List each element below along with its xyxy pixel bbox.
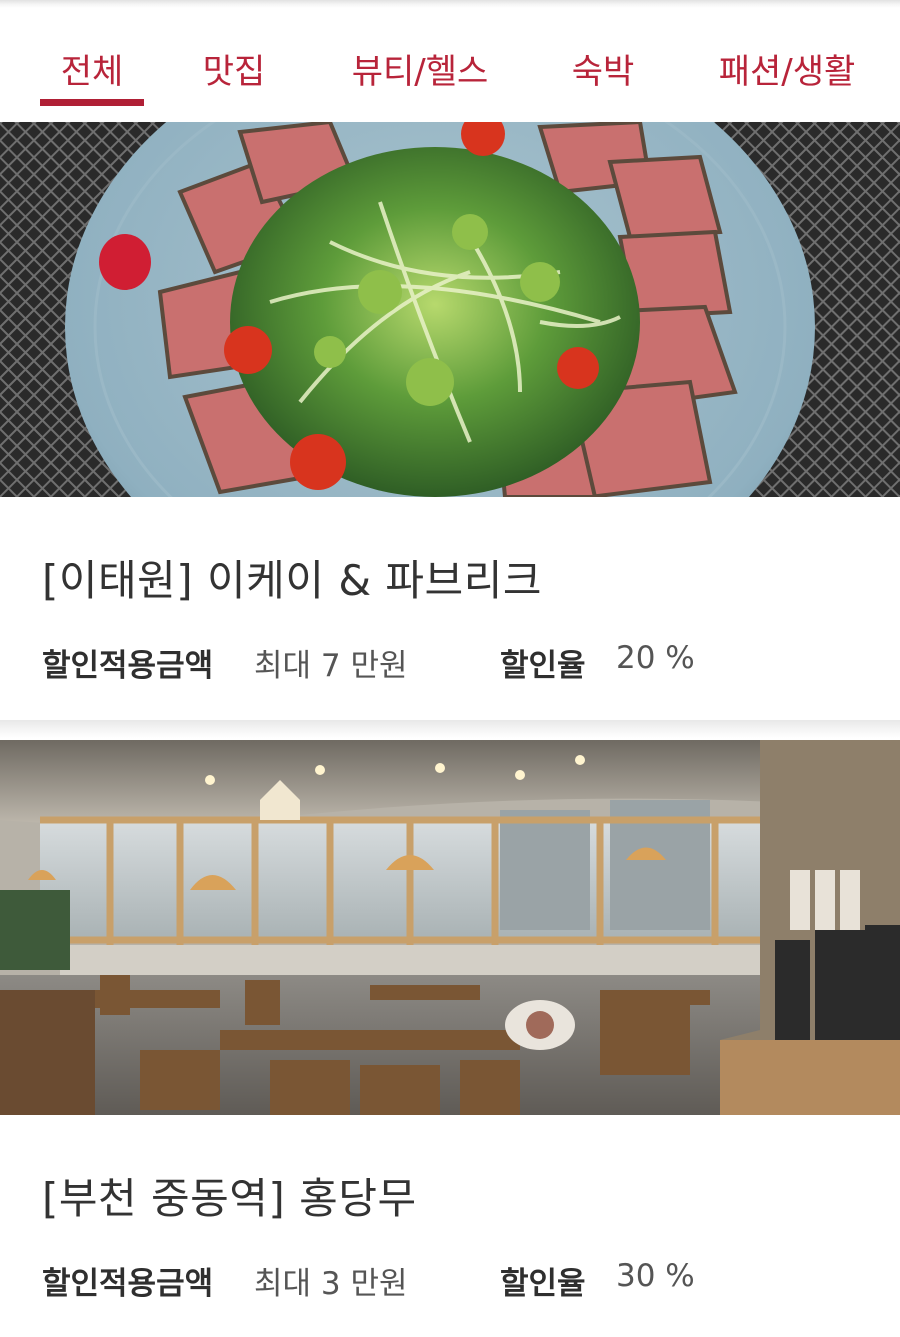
active-tab-indicator [40, 99, 144, 106]
tab-lodging[interactable]: 숙박 [560, 10, 646, 118]
discount-rate-label: 할인율 [500, 648, 586, 684]
tab-restaurants[interactable]: 맛집 [193, 10, 275, 118]
deal-info-row: 할인적용금액 최대 3 만원 할인율 30 % [42, 1258, 862, 1302]
tab-lodging-label: 숙박 [571, 52, 635, 92]
deal-title[interactable]: [이태원] 이케이 & 파브리크 [42, 547, 542, 608]
discount-rate-value: 30 % [616, 1258, 695, 1294]
deal-card[interactable]: [부천 중동역] 홍당무 할인적용금액 최대 3 만원 할인율 30 % [0, 738, 900, 1337]
salad-plate-photo[interactable] [0, 122, 900, 497]
deal-info-row: 할인적용금액 최대 7 만원 할인율 20 % [42, 640, 862, 684]
salad-plate-illustration [0, 122, 900, 497]
discount-amount-label: 할인적용금액 [42, 648, 214, 684]
category-tab-bar: 전체 맛집 뷰티/헬스 숙박 패션/생활 [0, 10, 900, 118]
tab-all-label: 전체 [60, 52, 124, 92]
tab-all[interactable]: 전체 [40, 10, 144, 118]
restaurant-interior-photo[interactable] [0, 740, 900, 1115]
status-divider [0, 0, 900, 8]
card-divider [0, 720, 900, 738]
deal-list-page: 전체 맛집 뷰티/헬스 숙박 패션/생활 [이태원] 이케이 & 파브리크 할인… [0, 0, 900, 1337]
discount-amount-label: 할인적용금액 [42, 1266, 214, 1302]
tab-beauty-health-label: 뷰티/헬스 [351, 52, 489, 92]
discount-rate-value: 20 % [616, 640, 695, 676]
discount-amount-value: 최대 7 만원 [254, 648, 408, 684]
restaurant-interior-illustration [0, 740, 900, 1115]
discount-rate-label: 할인율 [500, 1266, 586, 1302]
deal-card[interactable]: [이태원] 이케이 & 파브리크 할인적용금액 최대 7 만원 할인율 20 % [0, 120, 900, 720]
tab-beauty-health[interactable]: 뷰티/헬스 [335, 10, 505, 118]
deal-title[interactable]: [부천 중동역] 홍당무 [42, 1165, 417, 1226]
discount-amount-value: 최대 3 만원 [254, 1266, 408, 1302]
tab-fashion-living-label: 패션/생활 [718, 52, 856, 92]
tab-restaurants-label: 맛집 [202, 52, 266, 92]
tab-fashion-living[interactable]: 패션/생활 [706, 10, 868, 118]
